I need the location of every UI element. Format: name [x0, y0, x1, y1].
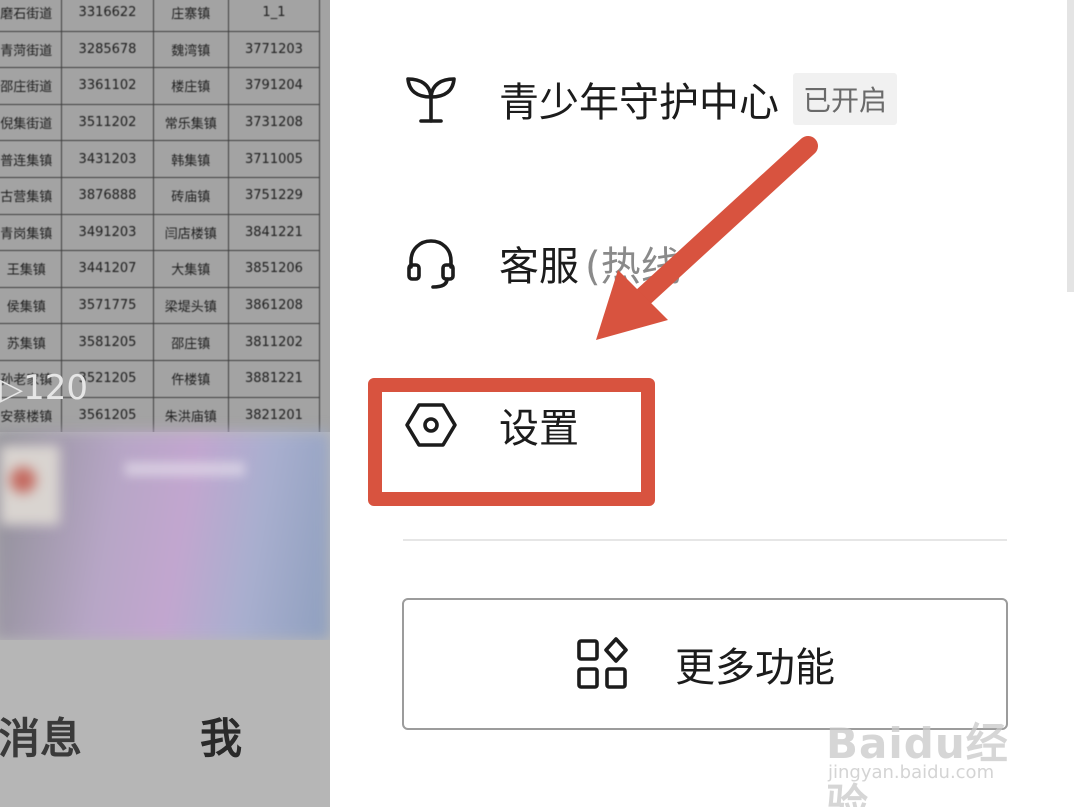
watermark-logo: Baidu经验 — [826, 719, 1009, 807]
baidu-watermark: Baidu经验 jingyan.baidu.com — [826, 690, 1026, 807]
annotation-highlight-box — [368, 378, 655, 506]
watermark-url: jingyan.baidu.com — [828, 762, 995, 783]
